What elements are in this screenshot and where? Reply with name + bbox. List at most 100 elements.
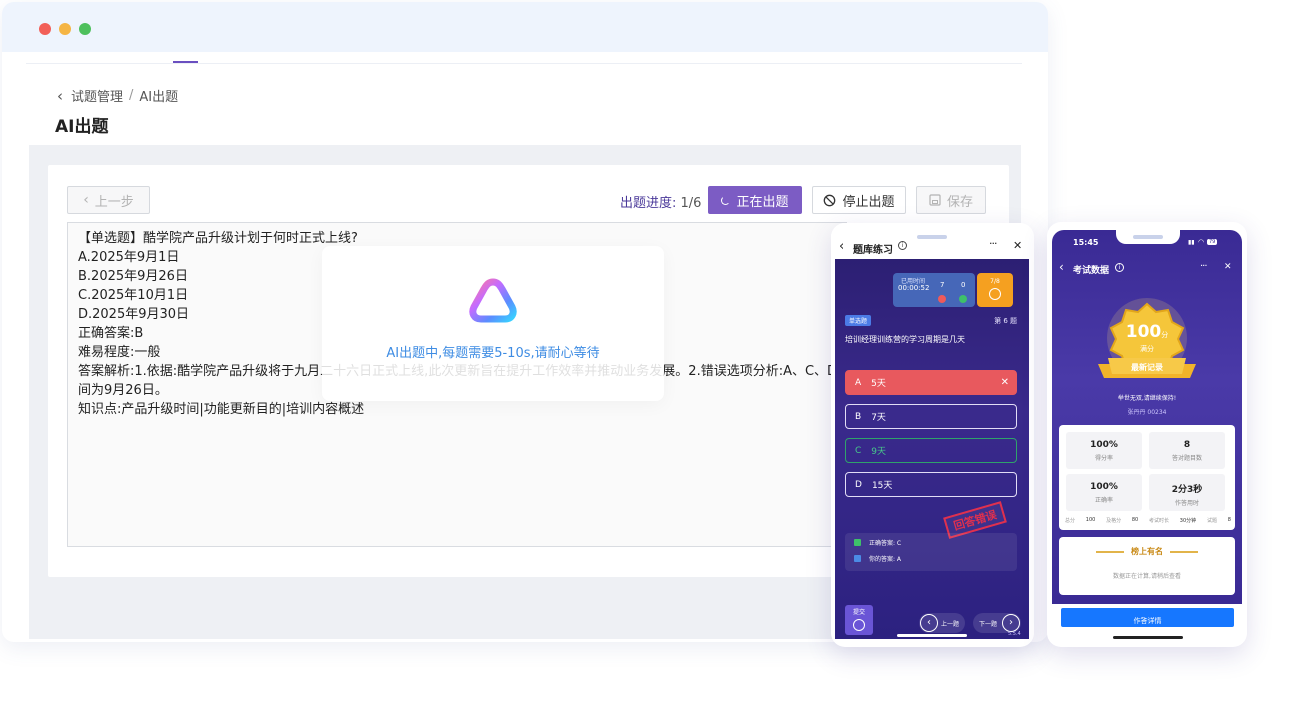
more-icon[interactable]: ···	[989, 237, 997, 250]
close-icon[interactable]: ✕	[1224, 262, 1232, 272]
check-icon	[854, 539, 861, 546]
answer-summary: 正确答案: C 你的答案: A	[845, 533, 1017, 571]
app-version: 5.5.4	[1008, 631, 1021, 637]
stat-correct-count: 8 答对题目数	[1149, 432, 1225, 469]
breadcrumb-separator: /	[129, 88, 134, 103]
tab-divider	[26, 63, 1022, 64]
signal-icon: ▮▮	[1188, 239, 1195, 246]
timer-panel: 已用时间 00:00:52 7 0	[893, 273, 975, 307]
phone1-option-c[interactable]: C 9天	[845, 438, 1017, 463]
chevron-left-icon: ‹	[83, 192, 89, 208]
correct-count: 7	[940, 281, 945, 289]
stat-label: 作答用时	[1174, 500, 1199, 507]
wrong-count: 0	[961, 281, 966, 289]
chevron-right-circle-icon: ›	[1002, 614, 1020, 632]
phone1-your-answer: 你的答案: A	[869, 556, 902, 563]
progress-badge-text: 7/8	[990, 278, 1000, 285]
next-question-button[interactable]: 下一题 ›	[973, 613, 1021, 633]
phone1-correct-answer: 正确答案: C	[869, 540, 902, 547]
stat-value: 100%	[1090, 440, 1118, 450]
info-icon[interactable]: i	[1115, 263, 1124, 272]
submit-label: 提交	[852, 609, 865, 616]
prev-question-button[interactable]: ‹ 上一题	[919, 613, 965, 633]
back-chevron-icon[interactable]: ‹	[1059, 260, 1064, 274]
knowledge-points: 知识点:产品升级时间|功能更新目的|培训内容概述	[78, 402, 365, 417]
stat-label: 答对题目数	[1171, 455, 1202, 462]
ranking-card: 榜上有名 数据正在计算,请稍后查看	[1059, 537, 1235, 595]
stat-value: 8	[1183, 440, 1191, 450]
score-display: 100分	[1052, 322, 1242, 342]
breadcrumb-parent[interactable]: 试题管理	[71, 86, 123, 105]
option-text: 5天	[871, 379, 886, 389]
status-time: 15:45	[1073, 238, 1099, 247]
phone2-notch-pill	[1133, 235, 1163, 239]
stat-label: 得分率	[1094, 455, 1113, 462]
ai-logo-icon	[469, 278, 517, 323]
next-question-label: 下一题	[979, 621, 998, 628]
phone1-option-d[interactable]: D 15天	[845, 472, 1017, 497]
ranking-title: 榜上有名	[1131, 547, 1163, 556]
ranking-decor-left	[1096, 550, 1125, 553]
save-label: 保存	[946, 194, 973, 210]
prev-question-label: 上一题	[941, 621, 960, 628]
option-text: 15天	[871, 481, 893, 491]
footer-stat-label: 考试时长	[1149, 518, 1170, 524]
option-key: C	[855, 445, 862, 456]
stop-generation-button[interactable]: 停止出题	[812, 186, 906, 214]
maximize-window-dot[interactable]	[79, 23, 91, 35]
save-button[interactable]: 保存	[916, 186, 986, 214]
home-indicator	[897, 634, 967, 637]
full-score-label: 满分	[1140, 345, 1154, 353]
prev-step-button[interactable]: ‹ 上一步	[67, 186, 150, 214]
stats-card: 100% 得分率 8 答对题目数 100% 正确率 2分3秒 作答用时 总分 1…	[1059, 425, 1235, 530]
phone2-title: 考试数据	[1073, 266, 1110, 276]
back-chevron-icon[interactable]: ‹	[57, 87, 63, 105]
phone1-option-a[interactable]: A 5天 ✕	[845, 370, 1017, 395]
close-icon[interactable]: ✕	[1013, 239, 1022, 252]
option-key: A	[855, 377, 862, 388]
breadcrumb: ‹ 试题管理 / AI出题	[57, 86, 178, 106]
back-chevron-icon[interactable]: ‹	[839, 239, 844, 254]
option-text: 7天	[871, 413, 886, 423]
option-key: B	[855, 411, 862, 422]
generating-button[interactable]: 正在出题	[708, 186, 802, 214]
minimize-window-dot[interactable]	[59, 23, 71, 35]
page-title: AI出题	[55, 117, 109, 137]
wrong-x-icon: ✕	[1000, 377, 1009, 388]
score-badge-icon	[1098, 298, 1196, 378]
question-type-tag: 单选题	[845, 315, 872, 326]
close-window-dot[interactable]	[39, 23, 51, 35]
footer-stat-value: 80	[1131, 517, 1139, 523]
phone-exam-result-mockup: 15:45 ▮▮ ◠ 79 ‹ 考试数据 i ··· ✕ 100分 满分 最新记…	[1047, 222, 1247, 647]
stat-score-rate: 100% 得分率	[1066, 432, 1142, 469]
progress-label: 出题进度:	[620, 196, 677, 211]
footer-stat-value: 30分钟	[1179, 518, 1197, 524]
stat-value: 2分3秒	[1171, 485, 1203, 495]
active-tab-indicator	[173, 61, 198, 63]
stat-duration: 2分3秒 作答用时	[1149, 474, 1225, 511]
ranking-title-row: 榜上有名	[1059, 546, 1235, 557]
user-answer-icon	[854, 555, 861, 562]
progress-badge: 7/8	[977, 273, 1013, 307]
loading-message: AI出题中,每题需要5-10s,请耐心等待	[386, 346, 600, 361]
info-icon[interactable]: i	[898, 241, 907, 250]
phone2-screen: 15:45 ▮▮ ◠ 79 ‹ 考试数据 i ··· ✕ 100分 满分 最新记…	[1052, 230, 1242, 604]
stage: ‹ 试题管理 / AI出题 AI出题 ‹ 上一步 出题进度: 1/6 正在出题 …	[0, 0, 1296, 704]
grid-icon	[989, 288, 1001, 300]
ranking-note: 数据正在计算,请稍后查看	[1113, 573, 1181, 580]
detail-button[interactable]: 作答详情	[1061, 608, 1234, 627]
stop-label: 停止出题	[842, 194, 895, 210]
wifi-icon: ◠	[1198, 238, 1205, 246]
detail-button-label: 作答详情	[1133, 617, 1162, 625]
phone1-notch	[917, 235, 947, 239]
stat-label: 正确率	[1094, 497, 1113, 504]
footer-stat-label: 试题	[1206, 518, 1217, 524]
phone1-option-b[interactable]: B 7天	[845, 404, 1017, 429]
home-indicator	[1113, 636, 1183, 639]
footer-stats: 总分 100 及格分 80 考试时长 30分钟 试题 8	[1065, 517, 1231, 524]
stop-circle-icon	[824, 194, 836, 206]
option-key: D	[855, 479, 862, 490]
footer-stat-value: 8	[1227, 517, 1231, 523]
submit-button[interactable]: 提交	[845, 605, 873, 635]
more-icon[interactable]: ···	[1200, 261, 1207, 272]
